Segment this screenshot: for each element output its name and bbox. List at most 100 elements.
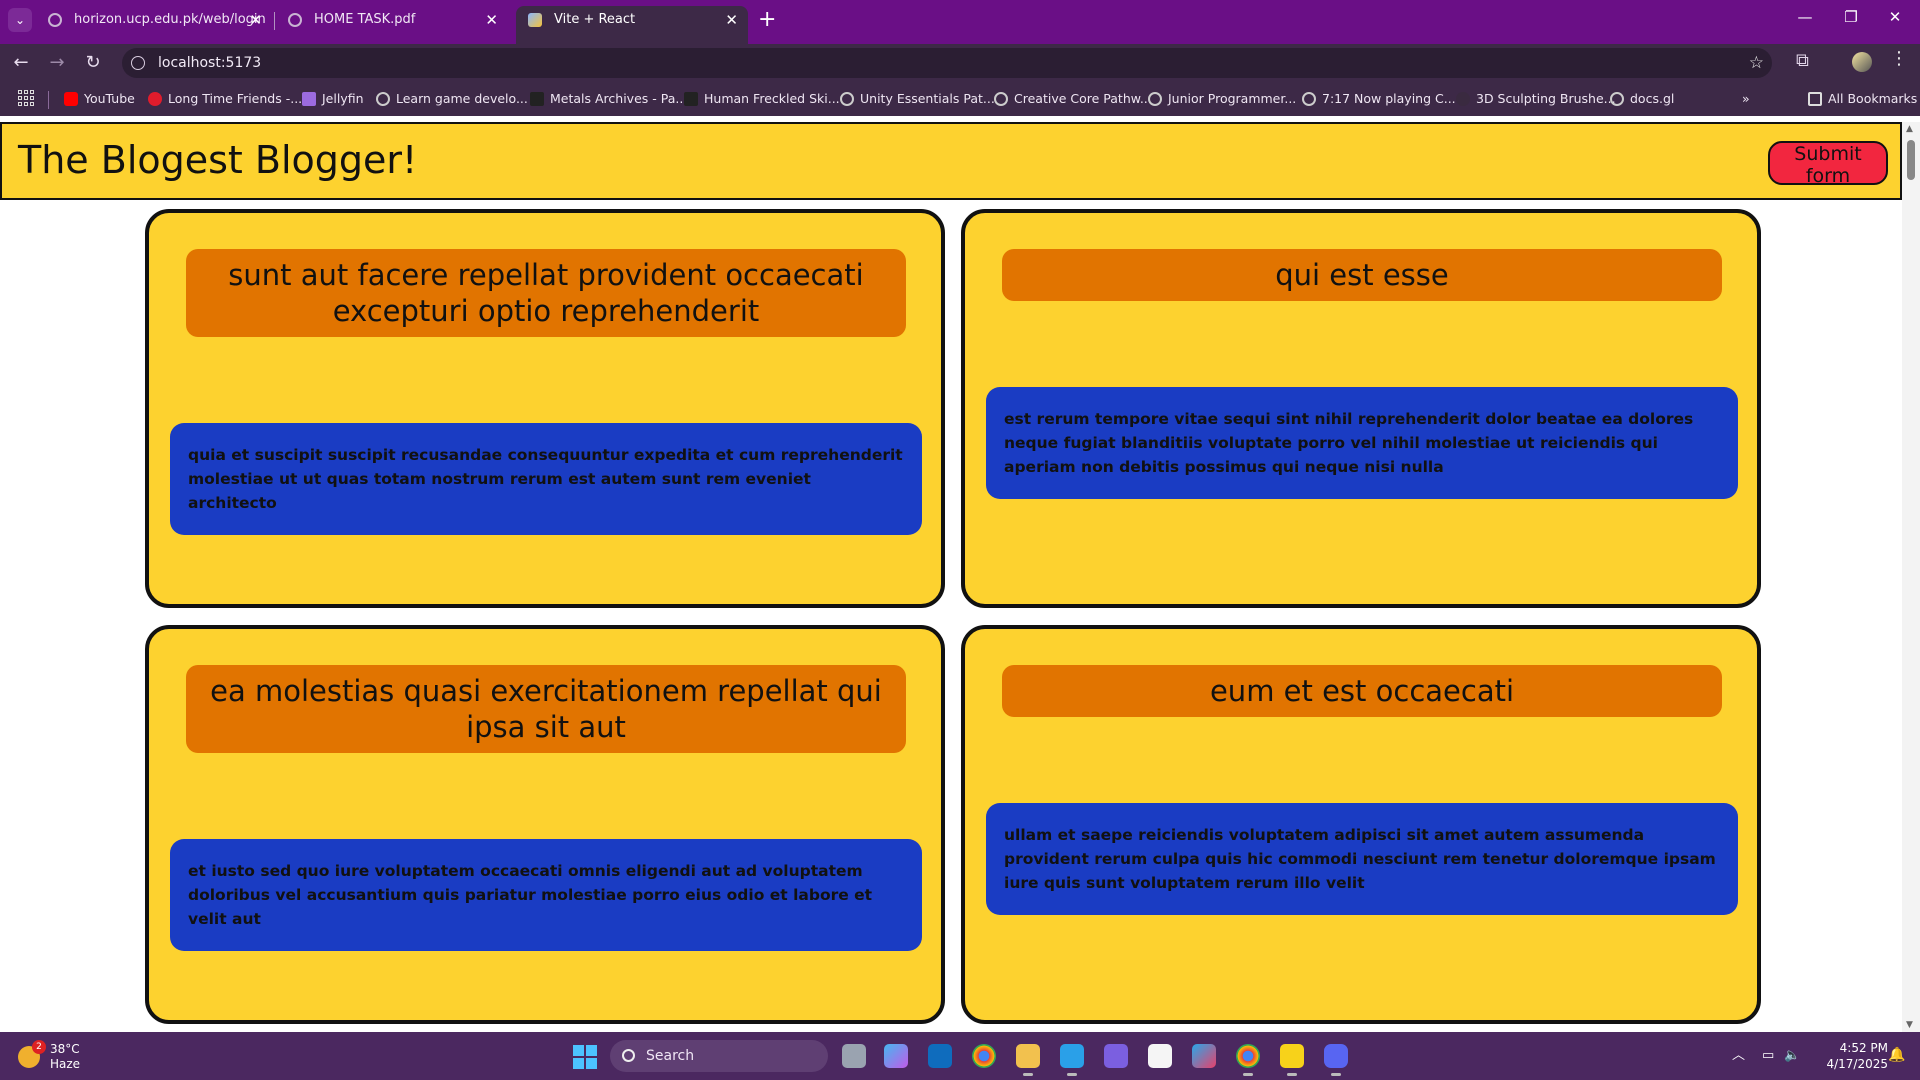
post-body: ullam et saepe reiciendis voluptatem adi… (986, 803, 1738, 915)
bookmarks-overflow-button[interactable]: » (1742, 82, 1750, 116)
chrome-profile-icon[interactable] (1236, 1044, 1260, 1076)
sticky-notes-icon[interactable] (1280, 1044, 1304, 1076)
vscode-icon[interactable] (1060, 1044, 1084, 1076)
taskbar-search[interactable]: Search (610, 1040, 828, 1072)
site-icon (1456, 92, 1470, 106)
all-bookmarks-button[interactable]: All Bookmarks (1808, 82, 1917, 116)
submit-form-button[interactable]: Submit form (1768, 141, 1888, 187)
task-view-icon[interactable] (842, 1044, 866, 1068)
bookmark-label: Junior Programmer... (1168, 91, 1297, 106)
globe-icon (1302, 92, 1316, 106)
clock-time: 4:52 PM (1839, 1041, 1888, 1055)
bookmark-jellyfin[interactable]: Jellyfin (302, 82, 364, 116)
post-body: et iusto sed quo iure voluptatem occaeca… (170, 839, 922, 951)
search-icon (622, 1049, 635, 1062)
visual-studio-icon[interactable] (1104, 1044, 1128, 1068)
unity-icon (994, 92, 1008, 106)
tab-title: horizon.ucp.edu.pk/web/login (74, 12, 266, 27)
address-bar[interactable]: localhost:5173 ☆ (122, 48, 1772, 78)
weather-widget[interactable]: 2 38°C Haze (18, 1040, 108, 1074)
tab-home-task-pdf[interactable]: HOME TASK.pdf ✕ (276, 6, 508, 40)
windows-taskbar: 2 38°C Haze Search ︿ ▭ 🔈 4:52 PM 4/17/20… (0, 1032, 1920, 1080)
tab-horizon-login[interactable]: horizon.ucp.edu.pk/web/login ✕ (36, 6, 272, 40)
weather-badge: 2 (32, 1040, 46, 1054)
bookmark-junior-programmer[interactable]: Junior Programmer... (1148, 82, 1296, 116)
tab-search-chevron-icon[interactable]: ⌄ (8, 8, 32, 32)
bookmark-youtube[interactable]: YouTube (64, 82, 135, 116)
bookmark-long-time-friends[interactable]: Long Time Friends -... (148, 82, 302, 116)
minimize-icon[interactable]: — (1790, 8, 1820, 26)
bookmark-creative-core[interactable]: Creative Core Pathw... (994, 82, 1152, 116)
jellyfin-icon (302, 92, 316, 106)
volume-icon[interactable]: 🔈 (1784, 1032, 1800, 1080)
weather-desc: Haze (50, 1057, 81, 1071)
unity-icon (1148, 92, 1162, 106)
page-viewport: The Blogest Blogger! Submit form sunt au… (0, 122, 1902, 1032)
site-header: The Blogest Blogger! Submit form (0, 122, 1902, 200)
clock-date: 4/17/2025 (1826, 1057, 1888, 1071)
post-title: eum et est occaecati (1002, 665, 1722, 717)
scroll-down-icon[interactable]: ▼ (1906, 1020, 1913, 1030)
bookmark-metals-archives[interactable]: Metals Archives - Pa... (530, 82, 687, 116)
bookmark-learn-game-dev[interactable]: Learn game develo... (376, 82, 528, 116)
bookmark-now-playing[interactable]: 7:17 Now playing C... (1302, 82, 1456, 116)
bookmark-label: 7:17 Now playing C... (1322, 91, 1456, 106)
metals-archives-icon (530, 92, 544, 106)
bookmark-label: docs.gl (1630, 91, 1675, 106)
post-card: eum et est occaecati ullam et saepe reic… (961, 625, 1761, 1024)
copilot-icon[interactable] (884, 1044, 908, 1068)
extensions-puzzle-icon[interactable]: ⧉ (1796, 50, 1809, 71)
bookmark-3d-sculpting[interactable]: 3D Sculpting Brushe... (1456, 82, 1616, 116)
chrome-icon[interactable] (972, 1044, 996, 1068)
tab-vite-react[interactable]: Vite + React ✕ (516, 6, 748, 44)
weather-text: 38°C Haze (50, 1042, 80, 1072)
page-scrollbar[interactable]: ▲ ▼ (1902, 122, 1920, 1032)
forward-arrow-icon[interactable]: → (44, 50, 70, 76)
unity-icon (376, 92, 390, 106)
back-arrow-icon[interactable]: ← (8, 50, 34, 76)
post-title: ea molestias quasi exercitationem repell… (186, 665, 906, 753)
scroll-up-icon[interactable]: ▲ (1906, 124, 1913, 134)
post-body: est rerum tempore vitae sequi sint nihil… (986, 387, 1738, 499)
notification-bell-icon[interactable]: 🔔 (1888, 1047, 1905, 1063)
bookmark-label: Human Freckled Ski... (704, 91, 840, 106)
microsoft-365-icon[interactable] (1192, 1044, 1216, 1068)
folder-icon (1808, 92, 1822, 106)
close-tab-icon[interactable]: ✕ (249, 6, 262, 34)
bookmark-label: 3D Sculpting Brushe... (1476, 91, 1616, 106)
tab-strip: ⌄ horizon.ucp.edu.pk/web/login ✕ HOME TA… (0, 0, 1920, 44)
scrollbar-thumb[interactable] (1907, 140, 1915, 180)
globe-icon (1610, 92, 1624, 106)
bookmark-human-freckled[interactable]: Human Freckled Ski... (684, 82, 840, 116)
new-tab-button[interactable]: + (758, 6, 776, 34)
file-explorer-icon[interactable] (1016, 1044, 1040, 1076)
site-icon (684, 92, 698, 106)
site-info-icon[interactable] (131, 56, 145, 70)
search-label: Search (646, 1048, 695, 1064)
url-text[interactable]: localhost:5173 (158, 48, 261, 78)
network-icon[interactable]: ▭ (1762, 1032, 1774, 1080)
bookmark-unity-essentials[interactable]: Unity Essentials Pat... (840, 82, 995, 116)
system-clock[interactable]: 4:52 PM 4/17/2025 (1808, 1040, 1888, 1072)
discord-icon[interactable] (1324, 1044, 1348, 1076)
restore-icon[interactable]: ❐ (1836, 8, 1866, 26)
profile-avatar[interactable] (1852, 52, 1872, 72)
browser-menu-icon[interactable]: ⋮ (1890, 48, 1908, 69)
weather-temp: 38°C (50, 1042, 80, 1056)
tray-chevron-up-icon[interactable]: ︿ (1732, 1032, 1745, 1080)
close-window-icon[interactable]: ✕ (1880, 8, 1910, 26)
reload-icon[interactable]: ↻ (80, 50, 106, 76)
globe-icon (288, 13, 302, 27)
close-tab-icon[interactable]: ✕ (485, 6, 498, 34)
bookmark-label: Metals Archives - Pa... (550, 91, 688, 106)
bookmark-docs-gl[interactable]: docs.gl (1610, 82, 1674, 116)
close-tab-icon[interactable]: ✕ (725, 6, 738, 34)
bookmark-label: Creative Core Pathw... (1014, 91, 1152, 106)
windows-start-icon[interactable] (573, 1045, 597, 1069)
outlook-icon[interactable] (928, 1044, 952, 1068)
notion-icon[interactable] (1148, 1044, 1172, 1068)
bookmark-star-icon[interactable]: ☆ (1749, 48, 1764, 78)
bookmark-label: Long Time Friends -... (168, 91, 303, 106)
post-card: ea molestias quasi exercitationem repell… (145, 625, 945, 1024)
post-title: qui est esse (1002, 249, 1722, 301)
